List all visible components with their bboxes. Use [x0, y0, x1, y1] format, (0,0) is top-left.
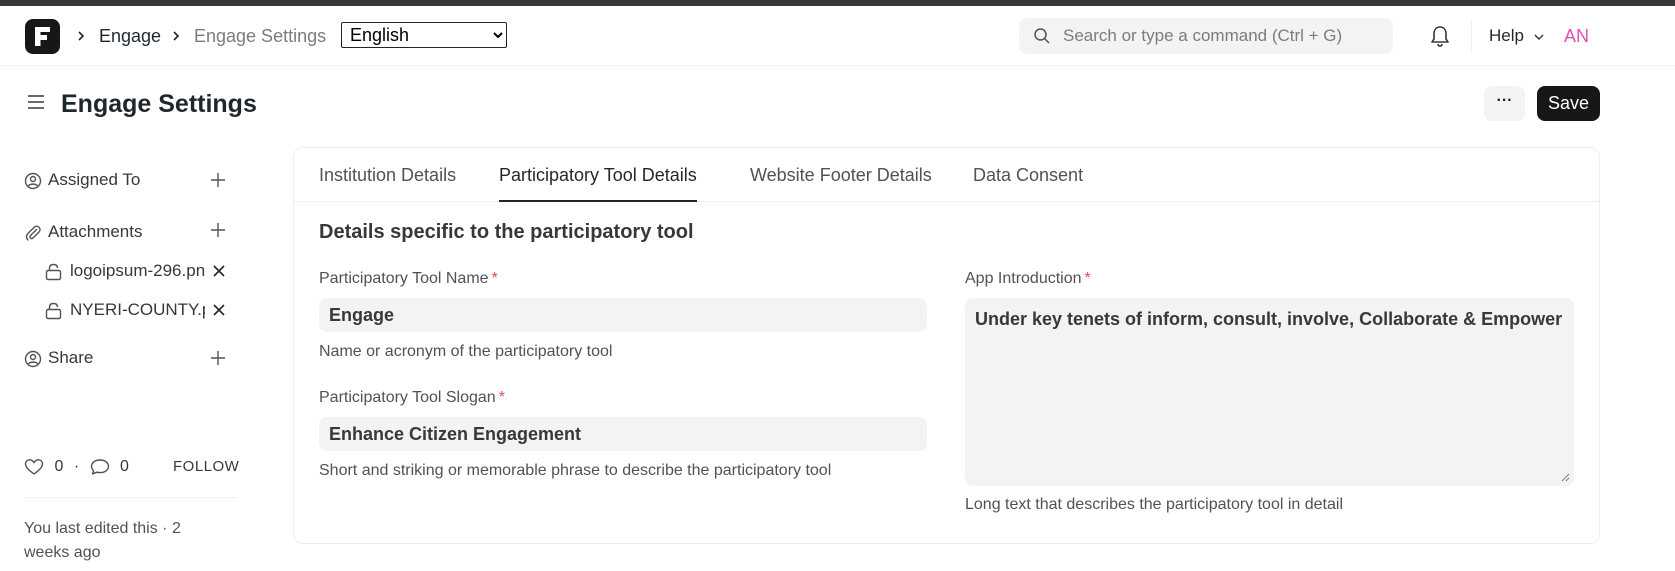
paperclip-icon — [25, 225, 41, 241]
likes-comments: 0 · 0 — [24, 456, 129, 478]
attachment-filename: logoipsum-296.png — [70, 261, 205, 280]
chevron-right-icon — [78, 31, 85, 41]
slogan-label-text: Participatory Tool Slogan — [319, 389, 496, 406]
add-share-icon[interactable] — [210, 350, 226, 366]
app-introduction-textarea[interactable]: Under key tenets of inform, consult, inv… — [965, 298, 1574, 486]
sidebar-divider — [24, 497, 237, 498]
resize-grip-icon[interactable] — [1560, 472, 1570, 482]
avatar[interactable]: AN — [1564, 24, 1589, 48]
tool-name-input[interactable] — [319, 298, 927, 332]
bell-icon[interactable] — [1429, 24, 1451, 48]
app-introduction-value: Under key tenets of inform, consult, inv… — [975, 309, 1563, 329]
required-indicator: * — [1084, 270, 1091, 287]
tool-name-description: Name or acronym of the participatory too… — [319, 343, 613, 360]
sidebar-toggle-icon[interactable] — [26, 92, 46, 112]
app-introduction-label-text: App Introduction — [965, 270, 1082, 287]
page-title: Engage Settings — [61, 90, 257, 118]
slogan-input[interactable] — [319, 417, 927, 451]
breadcrumb-engage-settings[interactable]: Engage Settings — [194, 24, 326, 48]
app-introduction-label: App Introduction * — [965, 268, 1091, 290]
assign-user-icon — [24, 172, 42, 190]
separator-dot: · — [73, 458, 80, 475]
section-title: Details specific to the participatory to… — [319, 221, 694, 243]
breadcrumb-engage[interactable]: Engage — [99, 24, 161, 48]
tab-participatory-tool-details[interactable]: Participatory Tool Details — [499, 163, 697, 202]
heart-icon[interactable] — [24, 458, 44, 476]
search-input[interactable] — [1063, 18, 1383, 54]
comments-count: 0 — [120, 458, 129, 475]
slogan-description: Short and striking or memorable phrase t… — [319, 462, 832, 479]
save-button[interactable]: Save — [1537, 86, 1600, 121]
help-dropdown[interactable]: Help — [1489, 24, 1545, 48]
required-indicator: * — [491, 270, 498, 287]
last-edited-text: You last edited this · 2 weeks ago — [24, 520, 181, 561]
tab-data-consent[interactable]: Data Consent — [973, 163, 1083, 202]
follow-button[interactable]: FOLLOW — [173, 456, 239, 478]
app-introduction-description: Long text that describes the participato… — [965, 496, 1343, 513]
required-indicator: * — [498, 389, 505, 406]
add-attachment-icon[interactable] — [210, 222, 226, 238]
tab-website-footer-details[interactable]: Website Footer Details — [750, 163, 932, 202]
help-label: Help — [1489, 26, 1524, 45]
attachment-item[interactable]: logoipsum-296.png — [45, 259, 235, 283]
attachment-filename: NYERI-COUNTY.png — [70, 300, 205, 319]
lock-icon — [45, 263, 62, 281]
search-icon — [1034, 28, 1050, 44]
more-actions-button[interactable]: ··· — [1484, 86, 1525, 121]
search-bar[interactable] — [1019, 18, 1393, 54]
remove-attachment-icon[interactable] — [213, 265, 225, 277]
likes-count: 0 — [54, 458, 64, 475]
share-user-icon — [24, 350, 42, 368]
chevron-right-icon — [173, 31, 180, 41]
slogan-label: Participatory Tool Slogan * — [319, 387, 505, 409]
form-card: Institution Details Participatory Tool D… — [293, 147, 1600, 544]
navbar: Engage Engage Settings English Help AN — [0, 6, 1675, 66]
lock-icon — [45, 302, 62, 320]
comment-icon[interactable] — [90, 458, 110, 476]
add-assignee-icon[interactable] — [210, 172, 226, 188]
tab-bar: Institution Details Participatory Tool D… — [294, 148, 1599, 202]
share-label: Share — [48, 348, 94, 367]
tab-institution-details[interactable]: Institution Details — [319, 163, 456, 202]
language-select[interactable]: English — [341, 22, 507, 48]
navbar-divider — [1471, 21, 1472, 53]
assigned-to-label: Assigned To — [48, 170, 141, 189]
attachments-label: Attachments — [48, 222, 143, 241]
app-logo[interactable] — [25, 19, 60, 54]
chevron-down-icon — [1534, 33, 1544, 40]
tool-name-label: Participatory Tool Name * — [319, 268, 498, 290]
attachment-item[interactable]: NYERI-COUNTY.png — [45, 298, 235, 322]
tool-name-label-text: Participatory Tool Name — [319, 270, 489, 287]
remove-attachment-icon[interactable] — [213, 304, 225, 316]
